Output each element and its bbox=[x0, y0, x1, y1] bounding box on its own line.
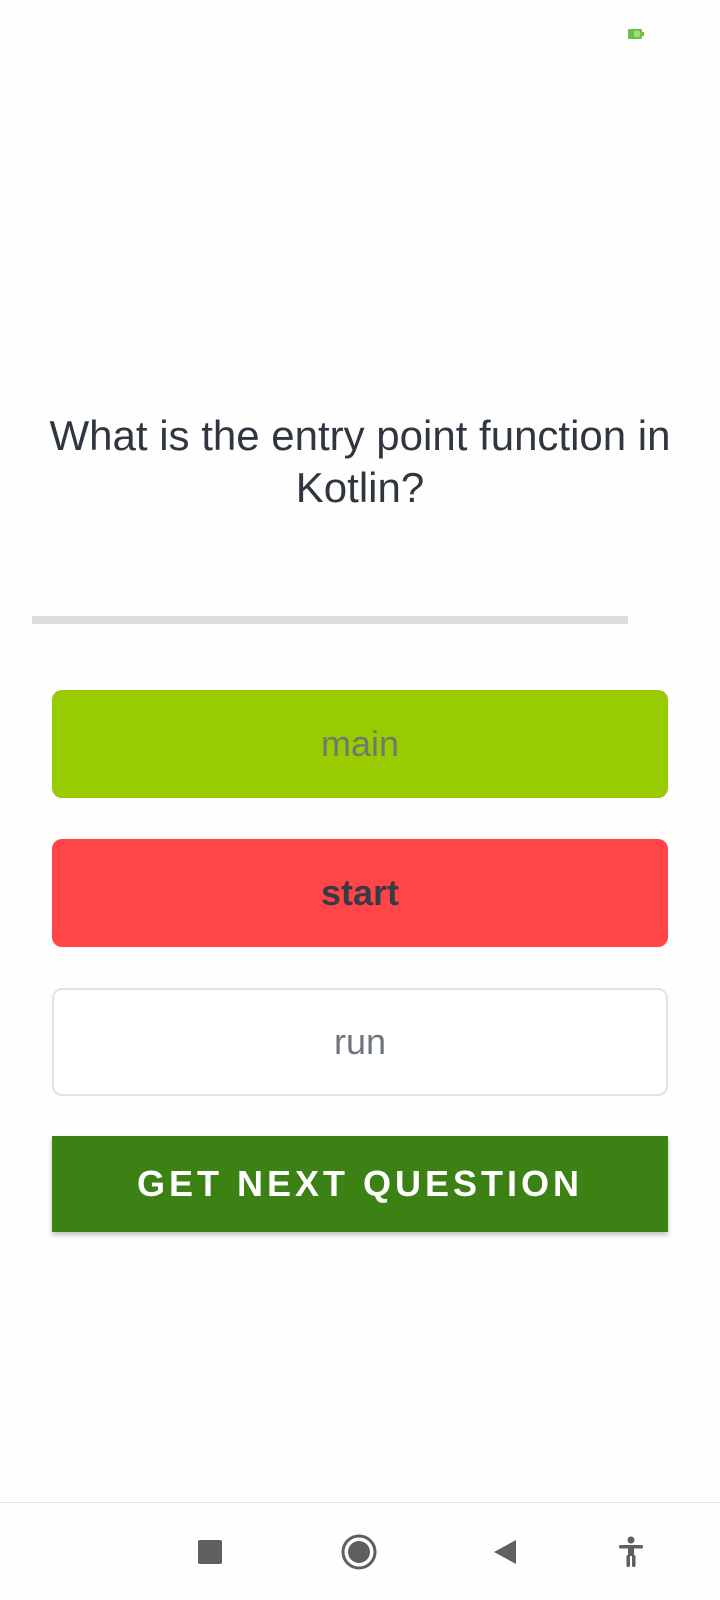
progress-bar bbox=[32, 616, 628, 624]
circle-icon bbox=[341, 1534, 377, 1570]
next-button-label: GET NEXT QUESTION bbox=[136, 1163, 584, 1204]
get-next-question-button[interactable]: GET NEXT QUESTION bbox=[52, 1136, 668, 1232]
answer-label: main bbox=[320, 723, 400, 764]
answer-label: run bbox=[333, 1021, 387, 1062]
triangle-back-icon bbox=[494, 1540, 516, 1564]
question-text: What is the entry point function in Kotl… bbox=[49, 412, 671, 511]
back-button[interactable] bbox=[480, 1527, 530, 1577]
status-bar bbox=[0, 0, 720, 70]
accessibility-button[interactable] bbox=[606, 1527, 656, 1577]
recents-button[interactable] bbox=[185, 1527, 235, 1577]
answer-label: start bbox=[320, 872, 400, 913]
system-navigation-bar bbox=[0, 1502, 720, 1600]
accessibility-icon bbox=[619, 1536, 643, 1567]
answer-option-start[interactable]: start bbox=[52, 839, 668, 947]
battery-icon bbox=[628, 29, 644, 39]
quiz-screen: What is the entry point function in Kotl… bbox=[0, 0, 720, 1600]
answer-option-main[interactable]: main bbox=[52, 690, 668, 798]
home-button[interactable] bbox=[334, 1527, 384, 1577]
answer-option-run[interactable]: run bbox=[52, 988, 668, 1096]
square-icon bbox=[198, 1540, 222, 1564]
